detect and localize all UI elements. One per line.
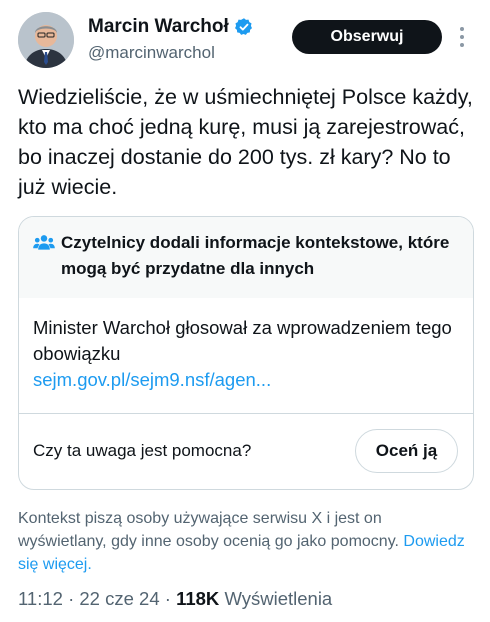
- helpful-question: Czy ta uwaga jest pomocna?: [33, 441, 252, 460]
- rate-it-button[interactable]: Oceń ją: [355, 429, 458, 473]
- tweet-time[interactable]: 11:12: [18, 588, 63, 609]
- author-name-row: Marcin Warchoł: [88, 16, 254, 38]
- views-label: Wyświetlenia: [224, 588, 333, 609]
- tweet-header: Marcin Warchoł @marcinwarchol Obserwuj: [18, 10, 478, 70]
- avatar[interactable]: [18, 12, 74, 68]
- more-options-icon[interactable]: [454, 24, 470, 50]
- community-note-body: Minister Warchoł głosował za wprowadzeni…: [19, 298, 473, 413]
- avatar-image: [18, 12, 74, 68]
- author-handle[interactable]: @marcinwarchol: [88, 43, 215, 63]
- people-icon: [33, 235, 55, 250]
- community-note-footer: Czy ta uwaga jest pomocna? Oceń ją: [19, 413, 473, 489]
- community-note-title: Czytelnicy dodali informacje kontekstowe…: [61, 233, 450, 278]
- verified-badge-icon: [234, 18, 252, 35]
- tweet-meta: 11:12 · 22 cze 24 · 118K Wyświetlenia: [18, 588, 332, 610]
- context-info-text: Kontekst piszą osoby używające serwisu X…: [18, 510, 399, 550]
- meta-separator: ·: [164, 588, 177, 609]
- views-count: 118K: [176, 588, 220, 609]
- community-note-text: Minister Warchoł głosował za wprowadzeni…: [33, 317, 452, 364]
- community-note: Czytelnicy dodali informacje kontekstowe…: [18, 216, 474, 490]
- context-info: Kontekst piszą osoby używające serwisu X…: [18, 507, 474, 576]
- community-note-source-link[interactable]: sejm.gov.pl/sejm9.nsf/agen...: [33, 367, 459, 393]
- tweet-date[interactable]: 22 cze 24: [79, 588, 159, 609]
- follow-button[interactable]: Obserwuj: [292, 20, 442, 54]
- meta-separator: ·: [68, 588, 80, 609]
- community-note-header: Czytelnicy dodali informacje kontekstowe…: [19, 217, 473, 298]
- tweet-text: Wiedzieliście, że w uśmiechniętej Polsce…: [18, 85, 473, 199]
- author-display-name[interactable]: Marcin Warchoł: [88, 16, 229, 38]
